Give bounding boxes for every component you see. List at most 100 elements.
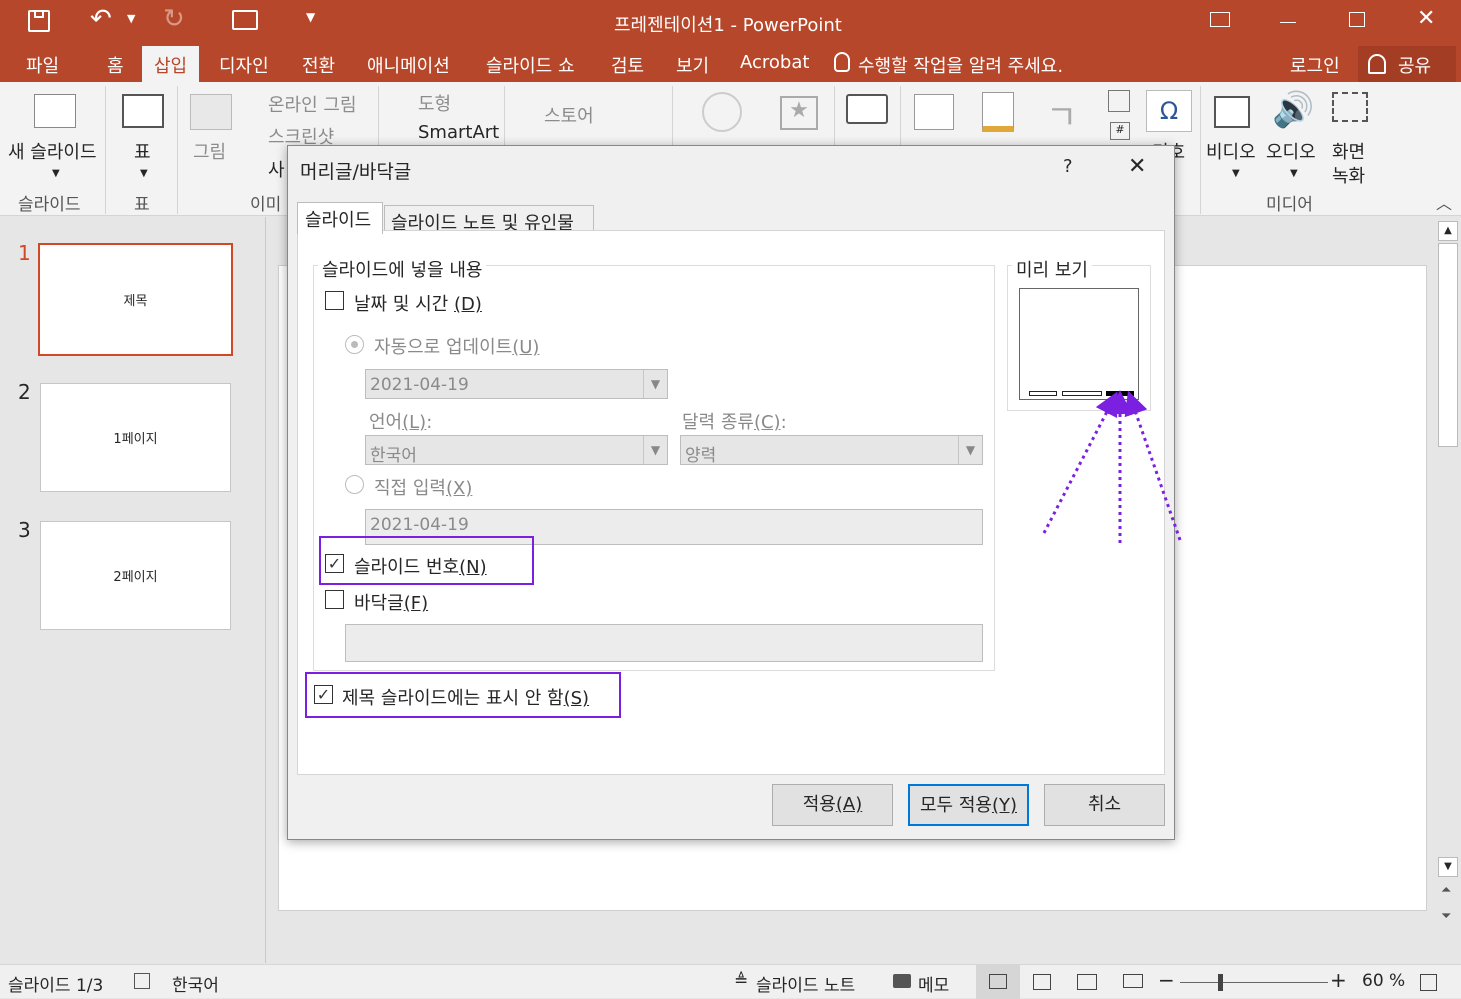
minimize-icon[interactable] xyxy=(1280,22,1296,23)
apply-all-button[interactable]: 모두 적용(Y) xyxy=(908,784,1029,826)
window-title: 프레젠테이션1 - PowerPoint xyxy=(614,15,842,36)
date-time-checkbox[interactable] xyxy=(325,291,344,310)
title-bar: ↶ ▼ ↻ ▼ 프레젠테이션1 - PowerPoint ✕ xyxy=(0,0,1461,46)
scroll-down-arrow[interactable]: ▼ xyxy=(1438,857,1458,877)
language-status[interactable]: 한국어 xyxy=(172,971,219,996)
chevron-down-icon: ▼ xyxy=(52,168,60,179)
chevron-down-icon: ▼ xyxy=(140,168,148,179)
picture-button[interactable]: 그림 xyxy=(193,138,226,164)
slide-thumbnail[interactable]: 제목 xyxy=(38,243,233,356)
slideshow-icon[interactable] xyxy=(1123,974,1143,988)
preview-arrows-annotation xyxy=(1042,390,1182,543)
close-icon[interactable]: ✕ xyxy=(1128,154,1146,179)
tab-slideshow[interactable]: 슬라이드 쇼 xyxy=(486,52,575,78)
screen-recording-button[interactable]: 화면 xyxy=(1332,138,1365,164)
audio-button[interactable]: 오디오 xyxy=(1266,138,1316,164)
tab-home[interactable]: 홈 xyxy=(107,52,124,78)
tab-review[interactable]: 검토 xyxy=(611,52,644,78)
header-footer-icon xyxy=(982,92,1014,132)
cancel-button[interactable]: 취소 xyxy=(1044,784,1165,826)
audio-icon: 🔊 xyxy=(1272,90,1315,130)
language-label: 언어(L): xyxy=(369,412,433,433)
table-button[interactable]: 표 xyxy=(134,138,151,164)
photo-album-button[interactable]: 사 xyxy=(268,156,285,182)
slide-thumbnail[interactable]: 1페이지 xyxy=(40,383,231,492)
slide-thumbnail-text: 제목 xyxy=(123,294,148,309)
tab-animations[interactable]: 애니메이션 xyxy=(367,52,450,78)
shapes-button[interactable]: 도형 xyxy=(418,90,451,116)
language-select[interactable]: 한국어 ▼ xyxy=(365,435,668,466)
next-slide-icon[interactable]: ⏷ xyxy=(1441,909,1451,924)
comment-icon xyxy=(846,94,888,124)
scroll-up-arrow[interactable]: ▲ xyxy=(1438,221,1458,241)
zoom-in-icon[interactable]: + xyxy=(1330,968,1347,992)
new-slide-icon xyxy=(34,94,76,128)
tab-slide[interactable]: 슬라이드 xyxy=(297,202,383,234)
share-button[interactable]: 공유 xyxy=(1358,46,1456,82)
slide-number-highlight xyxy=(319,536,534,585)
login-link[interactable]: 로그인 xyxy=(1290,52,1340,78)
new-slide-button[interactable]: 새 슬라이드 xyxy=(8,138,97,164)
spell-check-icon[interactable] xyxy=(134,973,150,989)
help-button[interactable]: ? xyxy=(1063,156,1073,177)
video-button[interactable]: 비디오 xyxy=(1206,138,1256,164)
date-time-label[interactable]: 날짜 및 시간 (D) xyxy=(354,290,482,316)
person-icon xyxy=(1368,54,1386,74)
footer-checkbox[interactable] xyxy=(325,590,344,609)
apply-button[interactable]: 적용(A) xyxy=(772,784,893,826)
maximize-icon[interactable] xyxy=(1349,12,1365,27)
calendar-select[interactable]: 양력 ▼ xyxy=(680,435,983,466)
customize-toolbar-icon[interactable]: ▼ xyxy=(306,10,315,24)
online-picture-button[interactable]: 온라인 그림 xyxy=(268,91,357,117)
reading-view-icon[interactable] xyxy=(1077,974,1097,990)
zoom-out-icon[interactable]: − xyxy=(1158,968,1175,992)
calendar-label: 달력 종류(C): xyxy=(682,412,787,433)
zoom-level[interactable]: 60 % xyxy=(1362,971,1405,991)
collapse-ribbon-icon[interactable]: ︿ xyxy=(1436,190,1452,214)
ribbon-display-icon[interactable] xyxy=(1210,12,1230,27)
status-bar: 슬라이드 1/3 한국어 ≜ 슬라이드 노트 메모 − + 60 % xyxy=(0,964,1461,999)
zoom-slider-thumb[interactable] xyxy=(1218,974,1223,991)
screen-recording-label-2: 녹화 xyxy=(1332,166,1366,187)
previous-slide-icon[interactable]: ⏶ xyxy=(1441,883,1451,898)
tab-acrobat[interactable]: Acrobat xyxy=(740,52,809,73)
tab-transitions[interactable]: 전환 xyxy=(302,52,335,78)
auto-update-label[interactable]: 자동으로 업데이트(U) xyxy=(374,333,539,359)
textbox-icon xyxy=(914,94,954,130)
slide-thumbnail[interactable]: 2페이지 xyxy=(40,521,231,630)
fixed-radio[interactable] xyxy=(345,475,364,494)
group-slides: 슬라이드 xyxy=(18,195,81,215)
auto-date-select[interactable]: 2021-04-19 ▼ xyxy=(365,369,668,399)
vertical-scrollbar[interactable]: ▲ ▼ ⏶ ⏷ xyxy=(1436,217,1461,933)
symbol-icon: Ω xyxy=(1146,90,1192,132)
normal-view-icon[interactable] xyxy=(976,965,1020,999)
tab-view[interactable]: 보기 xyxy=(676,52,709,78)
scroll-thumb[interactable] xyxy=(1438,243,1458,447)
undo-icon[interactable]: ↶ xyxy=(90,4,112,34)
calendar-value: 양력 xyxy=(685,446,717,466)
undo-dropdown-icon[interactable]: ▼ xyxy=(127,12,135,25)
slide-thumbnail-text: 2페이지 xyxy=(113,570,158,585)
smartart-button[interactable]: SmartArt xyxy=(418,122,499,143)
slide-number: 1 xyxy=(18,241,31,265)
fit-to-window-icon[interactable] xyxy=(1420,974,1437,991)
comments-button[interactable]: 메모 xyxy=(918,971,949,996)
store-button[interactable]: 스토어 xyxy=(544,102,594,128)
save-icon[interactable] xyxy=(28,10,50,32)
footer-label[interactable]: 바닥글(F) xyxy=(354,589,428,615)
group-images: 이미 xyxy=(250,195,282,215)
footer-input[interactable] xyxy=(345,624,983,662)
notes-button[interactable]: 슬라이드 노트 xyxy=(756,971,855,996)
present-from-start-icon[interactable] xyxy=(232,10,258,30)
dont-show-title-highlight xyxy=(305,672,621,718)
tab-file[interactable]: 파일 xyxy=(26,52,59,78)
tell-me-input[interactable]: 수행할 작업을 알려 주세요. xyxy=(858,52,1063,78)
fixed-label[interactable]: 직접 입력(X) xyxy=(374,474,472,500)
close-icon[interactable]: ✕ xyxy=(1417,6,1435,31)
tab-insert[interactable]: 삽입 xyxy=(142,46,200,82)
lightbulb-icon xyxy=(834,52,850,72)
slide-sorter-icon[interactable] xyxy=(1033,974,1051,990)
auto-update-radio[interactable] xyxy=(345,335,364,354)
tab-design[interactable]: 디자인 xyxy=(219,52,269,78)
zoom-slider[interactable] xyxy=(1180,974,1328,991)
